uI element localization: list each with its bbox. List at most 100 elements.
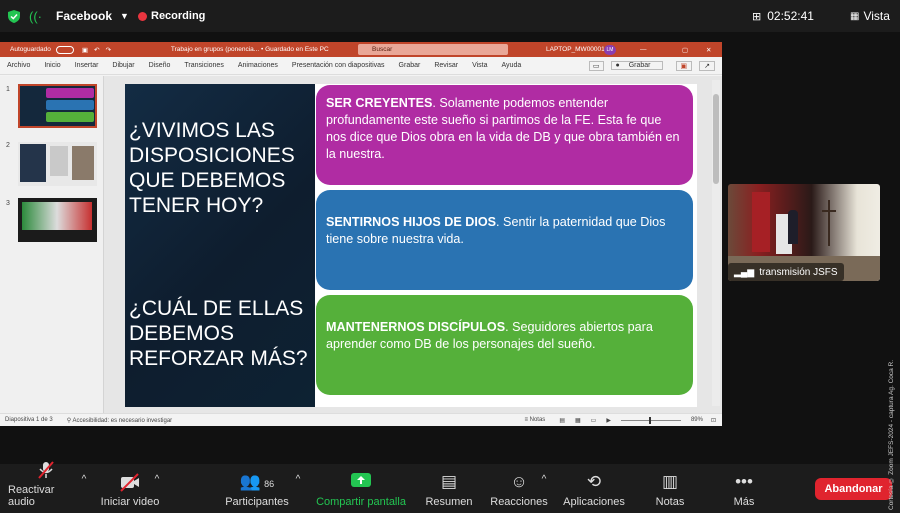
- menu-inicio[interactable]: Inicio: [44, 62, 60, 69]
- timer-icon: ⊞: [752, 10, 762, 23]
- menu-diseno[interactable]: Diseño: [149, 62, 171, 69]
- chevron-down-icon: ▼: [120, 11, 129, 21]
- fit-slide-icon[interactable]: ⊡: [711, 417, 716, 424]
- save-icon[interactable]: ▣: [82, 46, 88, 54]
- accessibility-status[interactable]: ⚲ Accesibilidad: es necesario investigar: [67, 417, 172, 424]
- redo-icon[interactable]: ↷: [105, 46, 110, 54]
- search-box[interactable]: Buscar: [358, 44, 508, 55]
- thumb-number: 2: [6, 142, 10, 149]
- participants-options-chevron[interactable]: ^: [292, 464, 304, 513]
- participant-video-tile[interactable]: ▂▄▆ transmisión JSFS: [728, 184, 880, 281]
- share-icon[interactable]: ↗: [699, 60, 715, 71]
- menu-animaciones[interactable]: Animaciones: [238, 62, 278, 69]
- device-name: LAPTOP_MW00001: [546, 46, 605, 53]
- menu-dibujar[interactable]: Dibujar: [112, 62, 134, 69]
- unmute-button[interactable]: Reactivar audio: [8, 461, 84, 513]
- meeting-controls-bar: Reactivar audio ^ Iniciar video ^ 👥 86 Pa…: [0, 461, 900, 513]
- sorter-view-icon[interactable]: ▦: [575, 417, 581, 424]
- watermark-credit: Cortesía © Zoom JEFS-2024 - captura Ag. …: [888, 359, 895, 510]
- share-screen-label: Compartir pantalla: [316, 496, 406, 508]
- recording-label: Recording: [151, 10, 206, 22]
- more-label: Más: [733, 496, 755, 508]
- facebook-stream-dropdown[interactable]: Facebook ▼: [56, 0, 129, 32]
- camera-off-icon: [119, 472, 141, 492]
- apps-icon: ⟲: [586, 472, 602, 491]
- accessibility-label: Accesibilidad: es necesario investigar: [72, 417, 173, 424]
- participants-icon: 👥 86: [239, 472, 275, 491]
- card-sentirnos-hijos: SENTIRNOS HIJOS DE DIOS. Sentir la pater…: [316, 190, 693, 290]
- card-title: SENTIRNOS HIJOS DE DIOS: [326, 215, 497, 229]
- apps-button[interactable]: ⟲ Aplicaciones: [561, 464, 627, 513]
- vertical-scrollbar[interactable]: [712, 80, 720, 406]
- participants-button[interactable]: 👥 86 Participantes: [222, 464, 292, 513]
- thumb-number: 1: [6, 86, 10, 93]
- slide-thumbnail-2[interactable]: [18, 142, 97, 186]
- minimize-icon[interactable]: —: [640, 46, 647, 53]
- user-avatar[interactable]: LM: [604, 44, 616, 55]
- ppt-workspace: 1 2 3 ¿VIVIMOS LAS DISPOSICIONES QUE DEB…: [0, 76, 722, 413]
- slide-question-2: ¿CUÁL DE ELLAS DEBEMOS REFORZAR MÁS?: [129, 297, 308, 370]
- notes-button[interactable]: ≡ Notas: [524, 417, 545, 423]
- record-dot-icon: [138, 11, 147, 21]
- notes-label: Notas: [529, 417, 546, 423]
- unmute-label: Reactivar audio: [8, 484, 55, 508]
- stream-platform-label: Facebook: [56, 9, 113, 23]
- reading-view-icon[interactable]: ▭: [591, 417, 597, 424]
- menu-grabar[interactable]: Grabar: [399, 62, 421, 69]
- more-button[interactable]: ••• Más: [724, 464, 764, 513]
- zoom-level: 89%: [690, 417, 703, 423]
- audio-options-chevron[interactable]: ^: [78, 464, 90, 513]
- menu-insertar[interactable]: Insertar: [75, 62, 99, 69]
- record-button[interactable]: ● Grabar: [610, 61, 663, 70]
- comments-icon[interactable]: ▭: [588, 60, 604, 71]
- normal-view-icon[interactable]: ▤: [559, 417, 565, 424]
- video-options-chevron[interactable]: ^: [151, 464, 163, 513]
- live-signal-icon[interactable]: ((·: [29, 0, 42, 32]
- thumb-number: 3: [6, 200, 10, 207]
- view-button[interactable]: ▦ Vista: [850, 0, 890, 32]
- reactions-options-chevron[interactable]: ^: [538, 464, 550, 513]
- meeting-timer: ⊞ 02:52:41: [752, 0, 814, 32]
- notes-label-zoom: Notas: [655, 496, 685, 508]
- shield-icon[interactable]: [8, 0, 20, 32]
- apps-label: Aplicaciones: [563, 496, 625, 508]
- maximize-icon[interactable]: ▢: [682, 46, 688, 54]
- document-title[interactable]: Trabajo en grupos (ponencia... • Guardad…: [171, 46, 329, 53]
- scroll-thumb[interactable]: [713, 94, 719, 184]
- share-screen-icon: [350, 472, 372, 492]
- slide-thumbnails-pane: 1 2 3: [0, 76, 104, 413]
- menu-archivo[interactable]: Archivo: [7, 62, 30, 69]
- participant-count: 86: [264, 479, 275, 489]
- close-icon[interactable]: ✕: [706, 46, 711, 54]
- share-screen-button[interactable]: Compartir pantalla: [312, 464, 410, 513]
- zoom-slider[interactable]: [620, 416, 681, 424]
- undo-icon[interactable]: ↶: [94, 46, 99, 54]
- card-ser-creyentes: SER CREYENTES. Solamente podemos entende…: [316, 85, 693, 185]
- slide-question-panel: ¿VIVIMOS LAS DISPOSICIONES QUE DEBEMOS T…: [125, 84, 315, 407]
- powerpoint-window: Autoguardado ▣ ↶ ↷ Trabajo en grupos (po…: [0, 42, 722, 426]
- notes-button-zoom[interactable]: ▥ Notas: [649, 464, 691, 513]
- card-mantenernos-discipulos: MANTENERNOS DISCÍPULOS. Seguidores abier…: [316, 295, 693, 395]
- autosave-toggle[interactable]: [55, 45, 74, 54]
- present-icon[interactable]: ▣: [675, 60, 693, 71]
- summary-button[interactable]: ▤ Resumen: [422, 464, 476, 513]
- menu-presentacion[interactable]: Presentación con diapositivas: [292, 62, 385, 69]
- leave-button[interactable]: Abandonar: [815, 478, 892, 500]
- slideshow-icon[interactable]: ▶: [606, 417, 611, 424]
- slide-thumbnail-1[interactable]: [18, 84, 97, 128]
- summary-label: Resumen: [425, 496, 473, 508]
- card-title: SER CREYENTES: [326, 96, 433, 110]
- slide-thumbnail-3[interactable]: [18, 198, 97, 242]
- ppt-ribbon-tabs: Archivo Inicio Insertar Dibujar Diseño T…: [0, 57, 722, 75]
- more-icon: •••: [735, 472, 753, 491]
- menu-vista[interactable]: Vista: [472, 62, 487, 69]
- current-slide[interactable]: ¿VIVIMOS LAS DISPOSICIONES QUE DEBEMOS T…: [125, 84, 697, 407]
- recording-indicator[interactable]: Recording: [138, 0, 205, 32]
- menu-transiciones[interactable]: Transiciones: [184, 62, 223, 69]
- menu-ayuda[interactable]: Ayuda: [502, 62, 522, 69]
- menu-revisar[interactable]: Revisar: [434, 62, 458, 69]
- record-button-label: Grabar: [628, 62, 651, 69]
- slide-counter: Diapositiva 1 de 3: [5, 417, 53, 423]
- microphone-muted-icon: [36, 460, 56, 480]
- grid-view-icon: ▦: [850, 10, 860, 22]
